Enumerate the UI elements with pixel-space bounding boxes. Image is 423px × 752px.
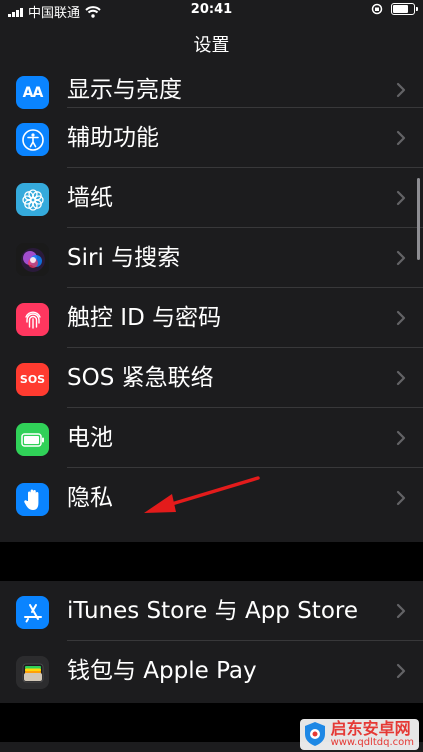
settings-row-label: 墙纸 [67,185,113,211]
nav-bar: 设置 [0,20,423,73]
display-brightness-icon: AA [16,76,49,109]
chevron-right-icon [396,603,406,619]
settings-row-wallet-apple-pay[interactable]: 钱包与 Apple Pay [0,641,423,701]
chevron-right-icon [396,250,406,266]
battery-icon [16,423,49,456]
settings-group-main: AA 显示与亮度 辅助功能 墙纸 Siri 与搜索 触控 ID 与密码 SOS … [0,72,423,542]
battery-status-icon [391,3,418,15]
siri-icon [16,243,49,276]
chevron-right-icon [396,370,406,386]
chevron-right-icon [396,82,406,98]
orientation-lock-icon [371,3,383,15]
watermark-logo: 启东安卓网 www.qdltdq.com [299,718,419,750]
status-time: 20:41 [190,2,233,17]
settings-row-label: 显示与亮度 [67,77,182,103]
settings-row-label: iTunes Store 与 App Store [67,598,358,624]
page-title: 设置 [193,35,230,56]
settings-row-label: 触控 ID 与密码 [67,305,222,331]
status-bar: 中国联通 20:41 [0,0,423,21]
settings-row-sos[interactable]: SOS SOS 紧急联络 [0,348,423,408]
settings-row-display-brightness[interactable]: AA 显示与亮度 [0,72,423,109]
sos-icon: SOS [16,363,49,396]
chevron-right-icon [396,190,406,206]
settings-row-label: 钱包与 Apple Pay [67,658,257,684]
privacy-hand-icon [16,483,49,516]
fingerprint-icon [16,303,49,336]
wallet-icon [16,656,49,689]
settings-row-label: 电池 [67,425,113,451]
settings-row-wallpaper[interactable]: 墙纸 [0,168,423,228]
scroll-indicator[interactable] [417,178,420,260]
settings-row-accessibility[interactable]: 辅助功能 [0,108,423,168]
settings-row-label: SOS 紧急联络 [67,365,214,391]
settings-row-privacy[interactable]: 隐私 [0,468,423,528]
chevron-right-icon [396,430,406,446]
wallpaper-flower-icon [16,183,49,216]
settings-row-label: 隐私 [67,485,113,511]
chevron-right-icon [396,490,406,506]
chevron-right-icon [396,130,406,146]
settings-row-touch-id-passcode[interactable]: 触控 ID 与密码 [0,288,423,348]
settings-row-label: 辅助功能 [67,125,159,151]
settings-row-battery[interactable]: 电池 [0,408,423,468]
status-right [371,3,418,15]
accessibility-icon [16,123,49,156]
settings-group-stores: iTunes Store 与 App Store 钱包与 Apple Pay [0,581,423,703]
settings-row-itunes-app-store[interactable]: iTunes Store 与 App Store [0,581,423,641]
watermark-text: 启东安卓网 www.qdltdq.com [330,718,414,748]
chevron-right-icon [396,310,406,326]
settings-row-label: Siri 与搜索 [67,245,181,271]
watermark-shield-icon [304,722,325,747]
chevron-right-icon [396,663,406,679]
app-store-icon [16,596,49,629]
settings-row-siri-search[interactable]: Siri 与搜索 [0,228,423,288]
